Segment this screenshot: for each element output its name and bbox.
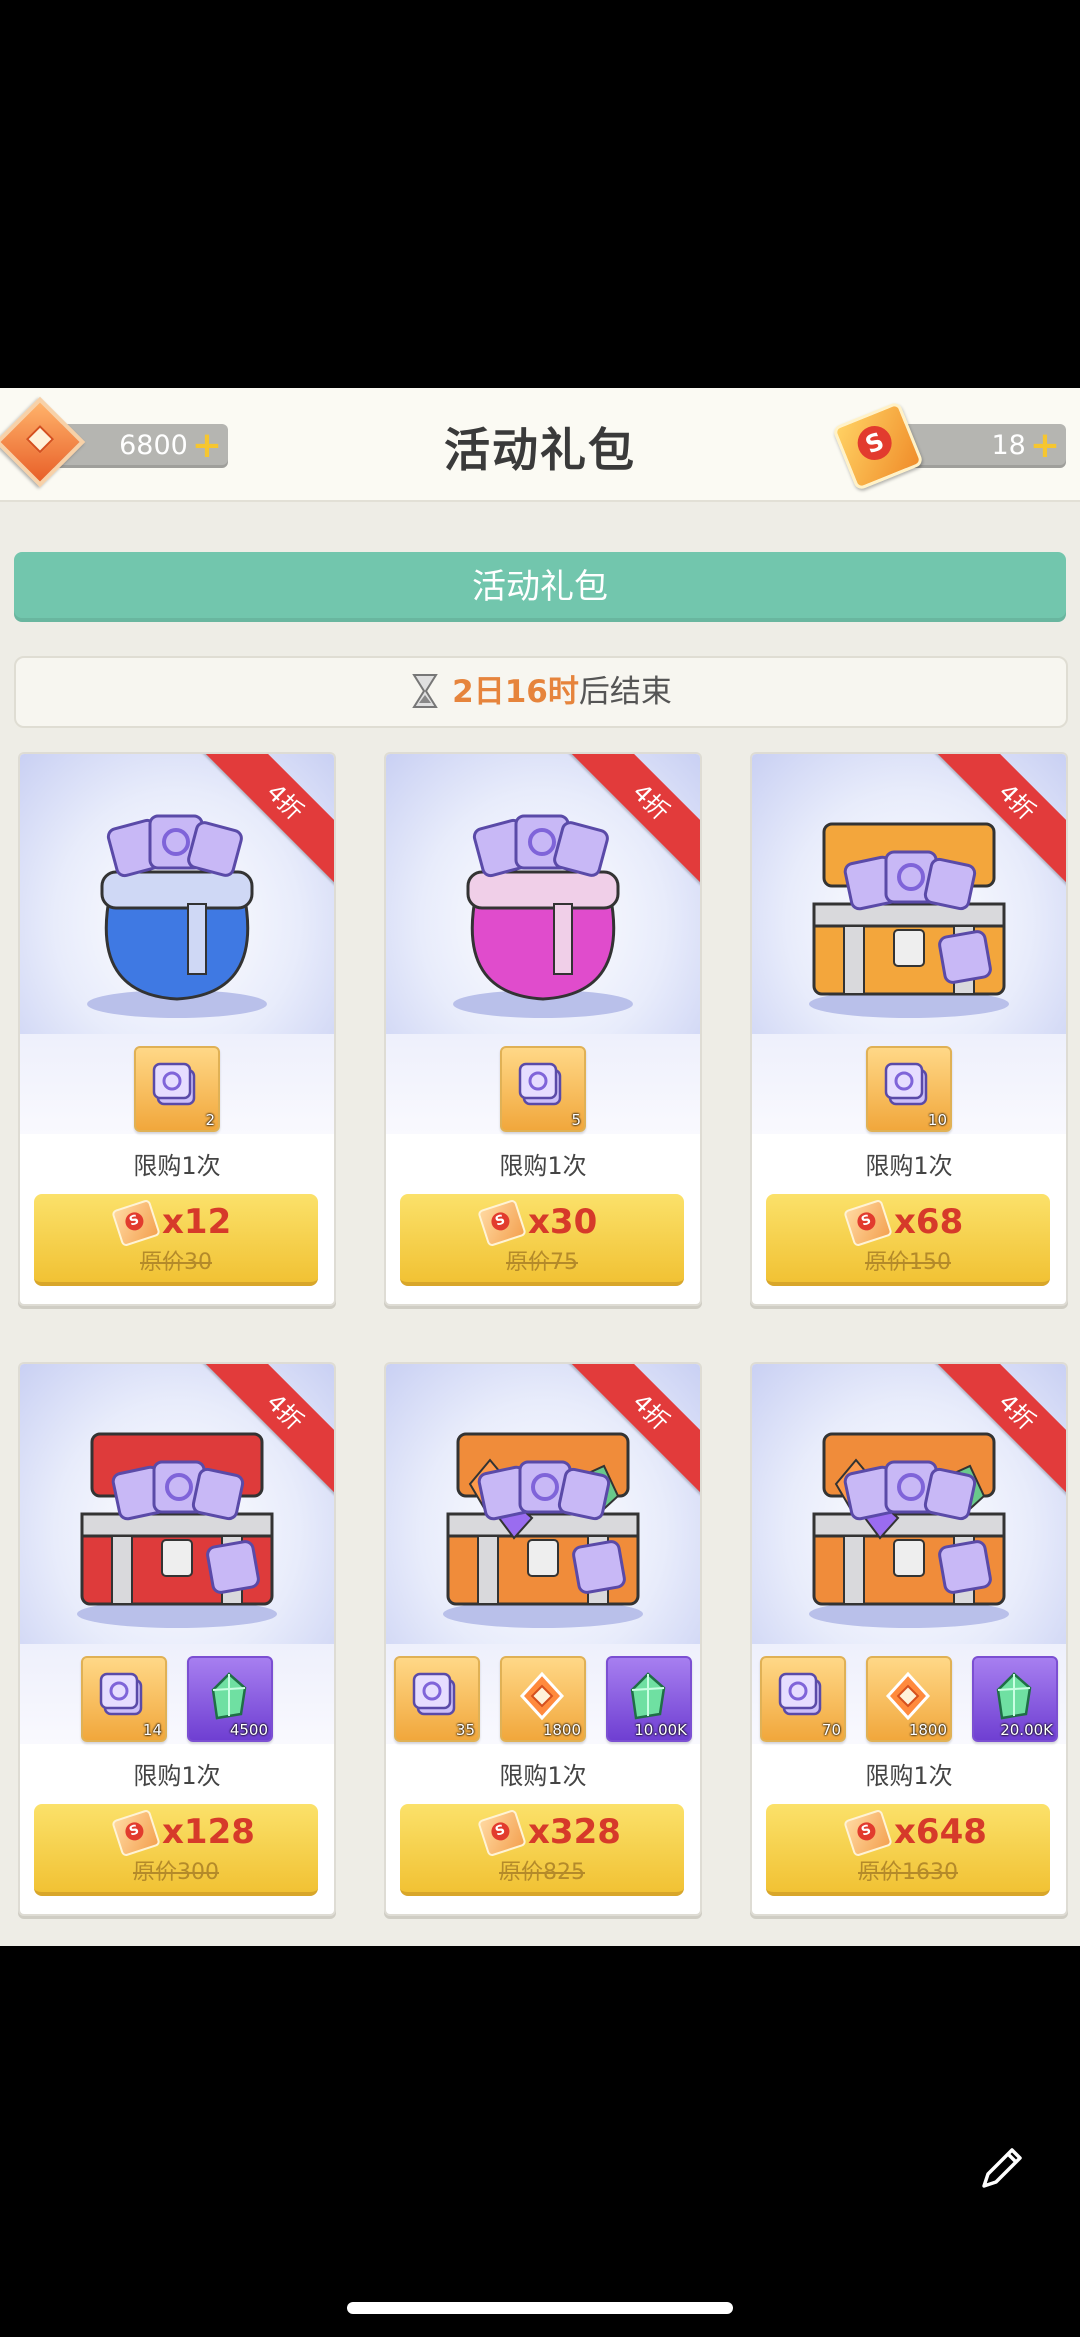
ticket-icon	[843, 1808, 893, 1858]
original-price: 原价75	[506, 1250, 578, 1275]
reward-count: 35	[455, 1721, 475, 1739]
diamond-currency-icon	[519, 1671, 565, 1721]
ticket-icon	[843, 1198, 893, 1248]
buy-button[interactable]: x68 原价150	[766, 1194, 1050, 1286]
price: x328	[528, 1812, 621, 1852]
pack-card[interactable]: 4折 限购1次 x648 原价1630 70 1800 20.00K	[750, 1362, 1068, 1916]
reward-count: 10.00K	[634, 1721, 687, 1739]
ticket-stack-icon	[778, 1672, 822, 1716]
event-timer: 2日16时后结束	[14, 656, 1068, 728]
purchase-limit: 限购1次	[865, 1762, 953, 1790]
original-price: 原价825	[499, 1860, 585, 1885]
diamond-reward-icon[interactable]: 1800	[500, 1656, 586, 1742]
pack-card[interactable]: 4折 限购1次 x30 原价75 5	[384, 752, 702, 1306]
reward-count: 70	[821, 1721, 841, 1739]
reward-count: 14	[142, 1721, 162, 1739]
pack-card[interactable]: 4折 限购1次 x68 原价150 10	[750, 752, 1068, 1306]
crystal-icon	[211, 1672, 247, 1720]
crystal-reward-icon[interactable]: 10.00K	[606, 1656, 692, 1742]
diamond-reward-icon[interactable]: 1800	[866, 1656, 952, 1742]
add-ticket-button[interactable]: +	[1030, 424, 1060, 468]
home-indicator[interactable]	[347, 2302, 733, 2314]
pack-card[interactable]: 4折 限购1次 x328 原价825 35 1800 10.00K	[384, 1362, 702, 1916]
price: x12	[162, 1202, 232, 1242]
buy-button[interactable]: x648 原价1630	[766, 1804, 1050, 1896]
ticket-reward-icon[interactable]: 5	[500, 1046, 586, 1132]
crystal-reward-icon[interactable]: 4500	[187, 1656, 273, 1742]
reward-count: 2	[205, 1111, 215, 1129]
game-screen: 6800+ 活动礼包 18+ 活动礼包 2日16时后结束	[0, 388, 1080, 1946]
crystal-reward-icon[interactable]: 20.00K	[972, 1656, 1058, 1742]
original-price: 原价30	[140, 1250, 212, 1275]
ticket-reward-icon[interactable]: 2	[134, 1046, 220, 1132]
reward-count: 1800	[908, 1721, 947, 1739]
buy-button[interactable]: x328 原价825	[400, 1804, 684, 1896]
buy-button[interactable]: x128 原价300	[34, 1804, 318, 1896]
ticket-stack-icon	[99, 1672, 143, 1716]
ticket-stack-icon	[884, 1062, 928, 1106]
reward-count: 4500	[229, 1721, 268, 1739]
reward-count: 10	[927, 1111, 947, 1129]
tab-event-packs[interactable]: 活动礼包	[14, 552, 1066, 622]
reward-count: 1800	[542, 1721, 581, 1739]
hourglass-icon	[412, 673, 438, 708]
crystal-icon	[630, 1672, 666, 1720]
price: x648	[894, 1812, 987, 1852]
ticket-stack-icon	[518, 1062, 562, 1106]
purchase-limit: 限购1次	[133, 1152, 221, 1180]
ticket-icon	[111, 1808, 161, 1858]
original-price: 原价150	[865, 1250, 951, 1275]
diamond-currency-icon	[885, 1671, 931, 1721]
purchase-limit: 限购1次	[133, 1762, 221, 1790]
reward-count: 20.00K	[1000, 1721, 1053, 1739]
timer-remaining: 2日16时	[452, 674, 579, 710]
original-price: 原价300	[133, 1860, 219, 1885]
ticket-icon	[477, 1198, 527, 1248]
crystal-icon	[996, 1672, 1032, 1720]
ticket-stack-icon	[412, 1672, 456, 1716]
price: x128	[162, 1812, 255, 1852]
ticket-stack-icon	[152, 1062, 196, 1106]
top-bar: 6800 + 活动礼包 18 +	[0, 388, 1080, 502]
ticket-reward-icon[interactable]: 35	[394, 1656, 480, 1742]
price: x68	[894, 1202, 964, 1242]
price: x30	[528, 1202, 598, 1242]
edit-pencil-icon[interactable]	[976, 2140, 1030, 2194]
buy-button[interactable]: x30 原价75	[400, 1194, 684, 1286]
buy-button[interactable]: x12 原价30	[34, 1194, 318, 1286]
ticket-amount: 18	[991, 430, 1026, 461]
pack-card[interactable]: 4折 限购1次 x128 原价300 14 4500	[18, 1362, 336, 1916]
ticket-icon	[111, 1198, 161, 1248]
reward-count: 5	[571, 1111, 581, 1129]
pack-card[interactable]: 4折 限购1次 x12 原价30 2	[18, 752, 336, 1306]
purchase-limit: 限购1次	[499, 1152, 587, 1180]
original-price: 原价1630	[858, 1860, 958, 1885]
ticket-reward-icon[interactable]: 70	[760, 1656, 846, 1742]
ticket-icon	[477, 1808, 527, 1858]
pack-items	[20, 1644, 334, 1744]
purchase-limit: 限购1次	[499, 1762, 587, 1790]
purchase-limit: 限购1次	[865, 1152, 953, 1180]
ticket-reward-icon[interactable]: 14	[81, 1656, 167, 1742]
ticket-reward-icon[interactable]: 10	[866, 1046, 952, 1132]
timer-suffix: 后结束	[578, 674, 672, 710]
